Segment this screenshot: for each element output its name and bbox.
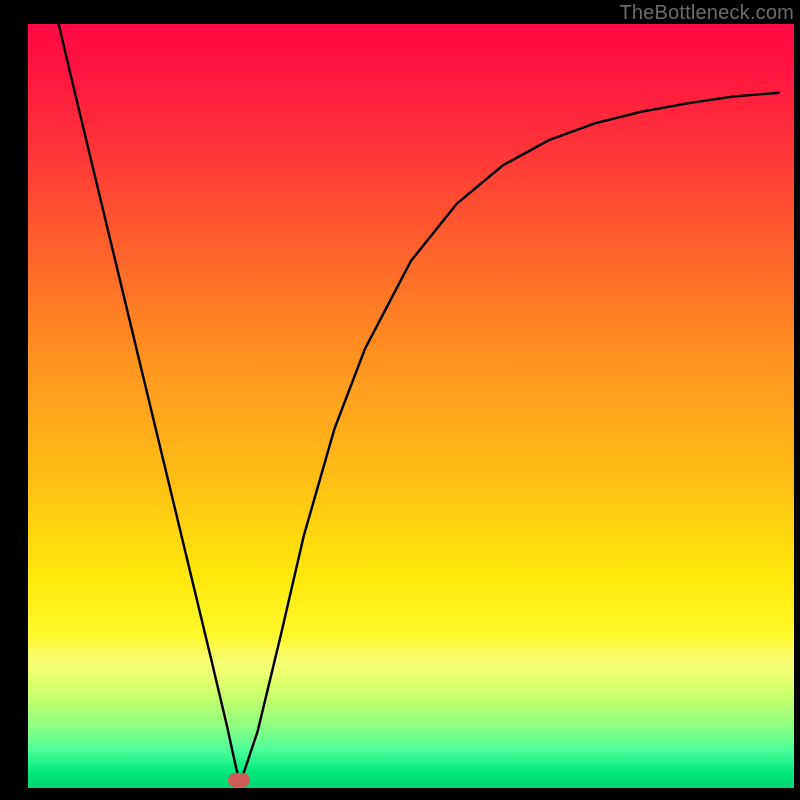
chart-frame: TheBottleneck.com <box>0 0 800 800</box>
watermark-label: TheBottleneck.com <box>619 2 794 25</box>
bottleneck-curve <box>59 24 779 780</box>
curve-layer <box>28 24 794 788</box>
plot-area <box>28 24 794 788</box>
minimum-marker <box>228 773 250 787</box>
